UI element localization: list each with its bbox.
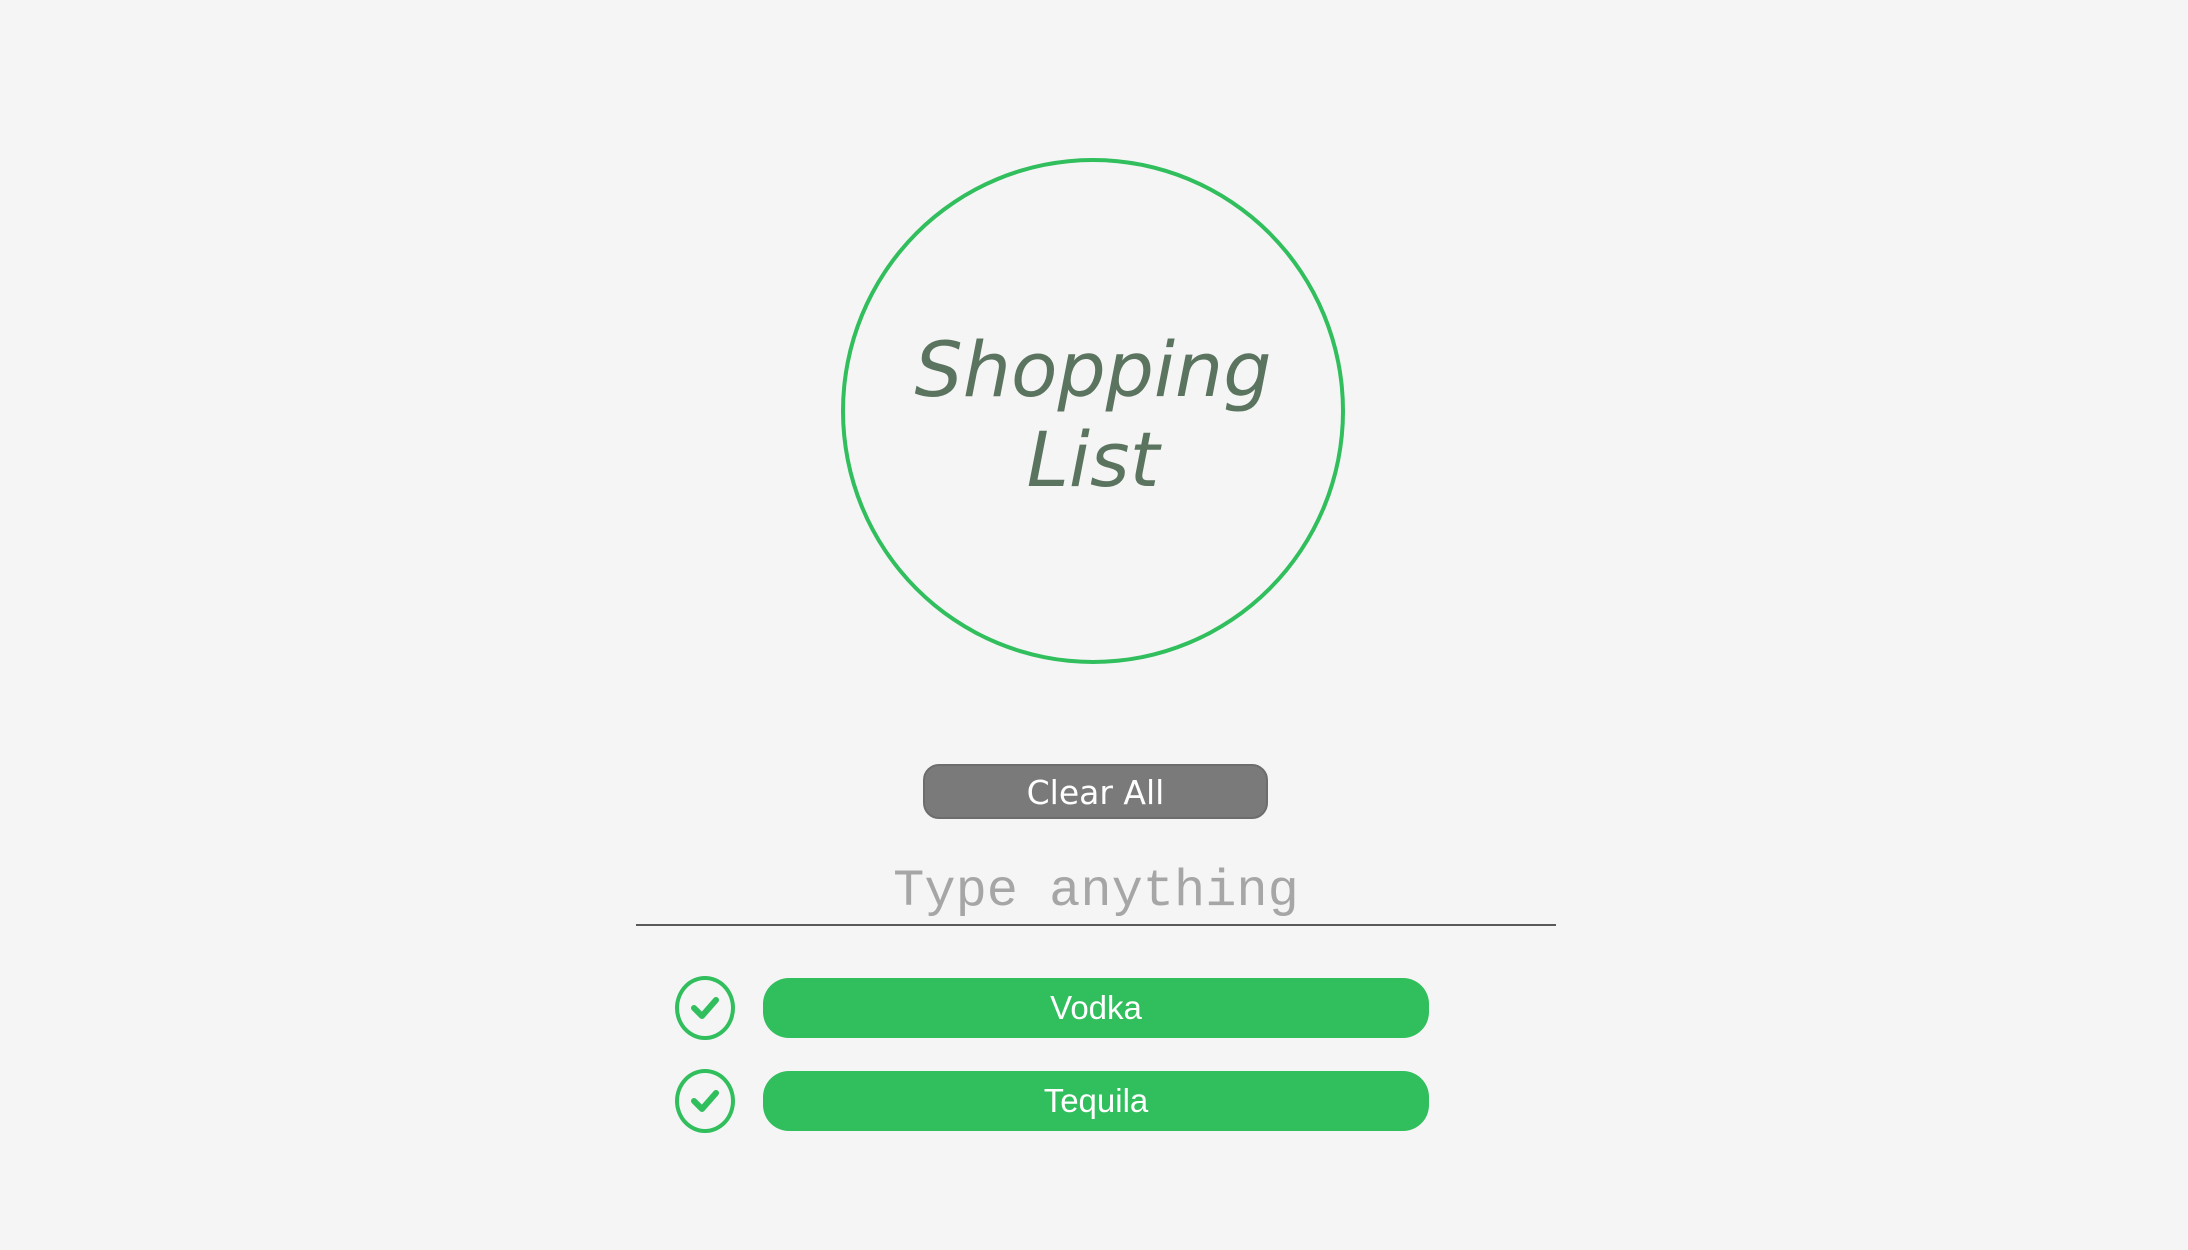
item-input[interactable] — [636, 860, 1556, 922]
checkmark-icon — [691, 997, 719, 1019]
item-input-wrapper — [636, 860, 1556, 926]
checkmark-icon — [691, 1090, 719, 1112]
list-item[interactable]: Tequila — [763, 1071, 1429, 1131]
list-item[interactable]: Vodka — [763, 978, 1429, 1038]
clear-all-button[interactable]: Clear All — [923, 764, 1268, 819]
title-circle: Shopping List — [841, 158, 1345, 664]
item-check-button[interactable] — [675, 1069, 735, 1133]
page-title: Shopping List — [914, 325, 1272, 504]
item-check-button[interactable] — [675, 976, 735, 1040]
